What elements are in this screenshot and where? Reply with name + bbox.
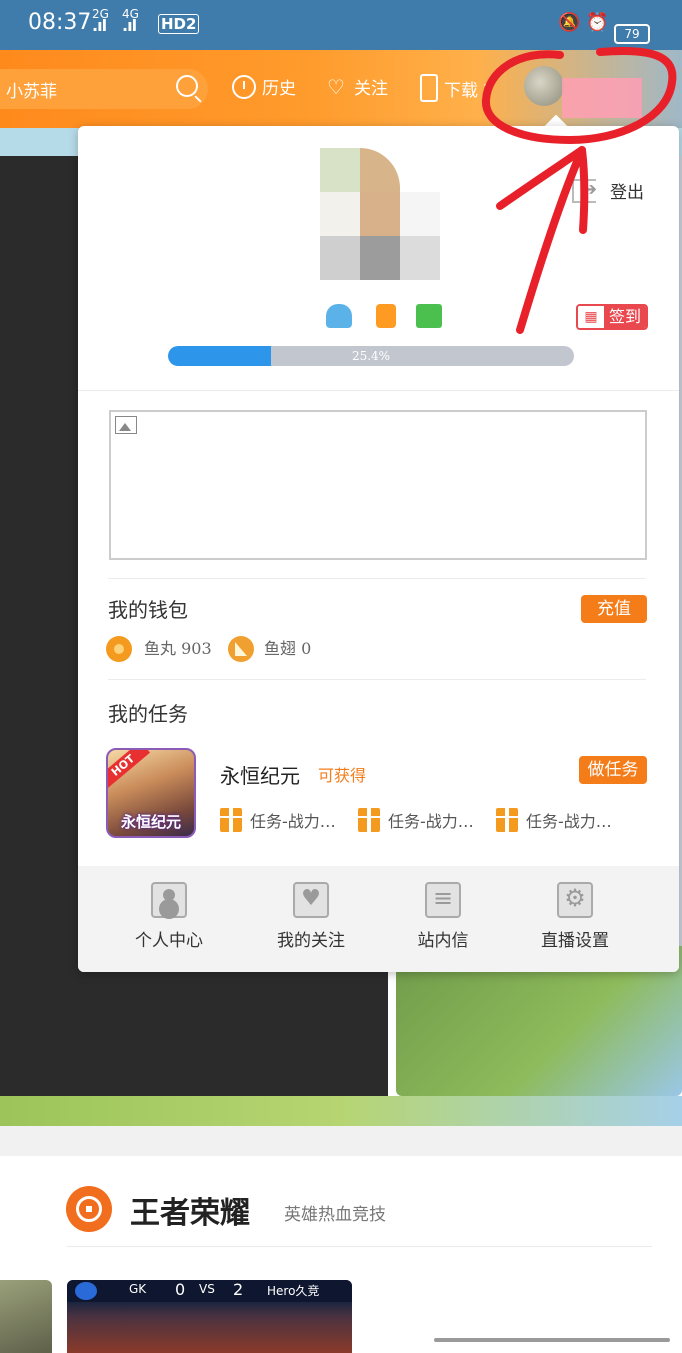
fishball-balance: 鱼丸 903 <box>144 639 212 658</box>
follow-button[interactable]: ♡ 关注 <box>324 74 388 100</box>
phone-download-icon <box>420 74 438 102</box>
home-indicator[interactable] <box>434 1338 670 1342</box>
fishball-coin-icon <box>106 636 132 662</box>
panel-divider <box>78 390 679 391</box>
task-reward-item: 任务-战力… <box>496 808 612 832</box>
game-app-icon[interactable]: HOT 永恒纪元 <box>106 748 196 838</box>
score-left: 0 <box>175 1280 186 1299</box>
username-blurred <box>562 78 642 118</box>
section-gap <box>0 1126 682 1156</box>
history-button[interactable]: 历史 <box>232 74 296 99</box>
stream-thumbnail-left[interactable] <box>0 1280 52 1353</box>
signal-4g-icon: 4G .ıl <box>122 7 139 35</box>
task-reward-item: 任务-战力… <box>220 808 336 832</box>
game-category-logo-icon <box>66 1186 112 1232</box>
wallet-title: 我的钱包 <box>108 598 188 622</box>
signal-icon: 2G .ıl <box>92 7 109 35</box>
team-logo-icon <box>75 1282 97 1300</box>
follow-label: 关注 <box>354 79 388 99</box>
do-task-button[interactable]: 做任务 <box>579 756 647 784</box>
level-progress-bar: 25.4% <box>168 346 574 366</box>
status-time: 08:37 <box>28 10 92 35</box>
gift-icon <box>220 808 242 832</box>
search-box[interactable]: 小苏菲 <box>0 69 208 109</box>
task-obtainable-label: 可获得 <box>318 766 367 785</box>
gift-icon <box>358 808 380 832</box>
task-game-name: 永恒纪元 <box>220 764 300 788</box>
image-placeholder-icon <box>115 416 137 434</box>
top-nav-bar: 小苏菲 历史 ♡ 关注 下载 ▼ <box>0 50 682 128</box>
game-icon-text: 永恒纪元 <box>120 813 181 831</box>
profile-dropdown-panel: 登出 ▦ 签到 25.4% 我的钱包 充值 鱼丸 903 鱼翅 0 我的任务 H… <box>78 126 679 972</box>
fishwing-icon <box>228 636 254 662</box>
message-icon <box>425 882 461 918</box>
history-label: 历史 <box>262 79 296 99</box>
gear-icon <box>557 882 593 918</box>
panel-footer-nav: 个人中心 我的关注 站内信 直播设置 <box>78 866 679 972</box>
profile-avatar-blurred[interactable] <box>320 148 440 280</box>
hd-badge: HD2 <box>158 14 200 34</box>
match-scoreboard: GK 0 VS 2 Hero久竞 <box>67 1280 352 1302</box>
gift-icon <box>496 808 518 832</box>
panel-divider <box>108 578 646 579</box>
mute-icon: 🔕 <box>558 12 581 33</box>
download-label: 下载 <box>444 80 478 101</box>
stream-thumbnail-match[interactable]: GK 0 VS 2 Hero久竞 <box>67 1280 352 1353</box>
vs-label: VS <box>199 1282 215 1296</box>
download-button[interactable]: 下载 ▼ <box>420 74 493 102</box>
recharge-button[interactable]: 充值 <box>581 595 647 623</box>
background-grass <box>0 1096 682 1126</box>
task-reward-item: 任务-战力… <box>358 808 474 832</box>
live-settings-button[interactable]: 直播设置 <box>510 882 640 951</box>
score-right: 2 <box>233 1280 244 1299</box>
search-input[interactable]: 小苏菲 <box>6 77 57 102</box>
logout-icon <box>572 178 597 203</box>
status-bar: 08:37 2G .ıl 4G .ıl HD2 🔕 ⏰ 79 <box>0 0 682 50</box>
personal-center-button[interactable]: 个人中心 <box>104 882 234 951</box>
dropdown-caret-icon: ▼ <box>484 81 494 95</box>
signin-label: 签到 <box>604 306 646 328</box>
user-avatar-button[interactable] <box>524 66 564 106</box>
heart-icon <box>293 882 329 918</box>
section-title[interactable]: 王者荣耀 <box>130 1188 250 1232</box>
team-right-name: Hero久竞 <box>267 1284 320 1298</box>
logout-label: 登出 <box>610 183 644 203</box>
email-bound-icon[interactable] <box>416 304 442 328</box>
ad-banner-placeholder[interactable] <box>109 410 647 560</box>
user-icon <box>151 882 187 918</box>
clock-icon <box>232 74 256 99</box>
signin-button[interactable]: ▦ 签到 <box>576 304 648 330</box>
section-subtitle: 英雄热血竞技 <box>284 1205 386 1225</box>
logout-button[interactable]: 登出 <box>572 178 644 203</box>
tasks-title: 我的任务 <box>108 702 188 726</box>
alarm-icon: ⏰ <box>586 12 609 33</box>
my-follows-button[interactable]: 我的关注 <box>246 882 376 951</box>
hot-badge: HOT <box>108 750 151 790</box>
team-left-name: GK <box>129 1282 147 1296</box>
battery-icon: 79 <box>614 24 650 44</box>
phone-bound-icon[interactable] <box>376 304 396 328</box>
section-divider <box>66 1246 652 1247</box>
level-progress-text: 25.4% <box>351 349 391 363</box>
panel-divider <box>108 679 646 680</box>
inbox-button[interactable]: 站内信 <box>378 882 508 951</box>
heart-outline-icon: ♡ <box>327 74 345 99</box>
calendar-icon: ▦ <box>578 306 604 328</box>
search-icon[interactable] <box>176 75 198 97</box>
fishwing-balance: 鱼翅 0 <box>264 639 312 658</box>
binding-status-icons <box>326 304 442 328</box>
verified-cloud-icon[interactable] <box>326 304 352 328</box>
